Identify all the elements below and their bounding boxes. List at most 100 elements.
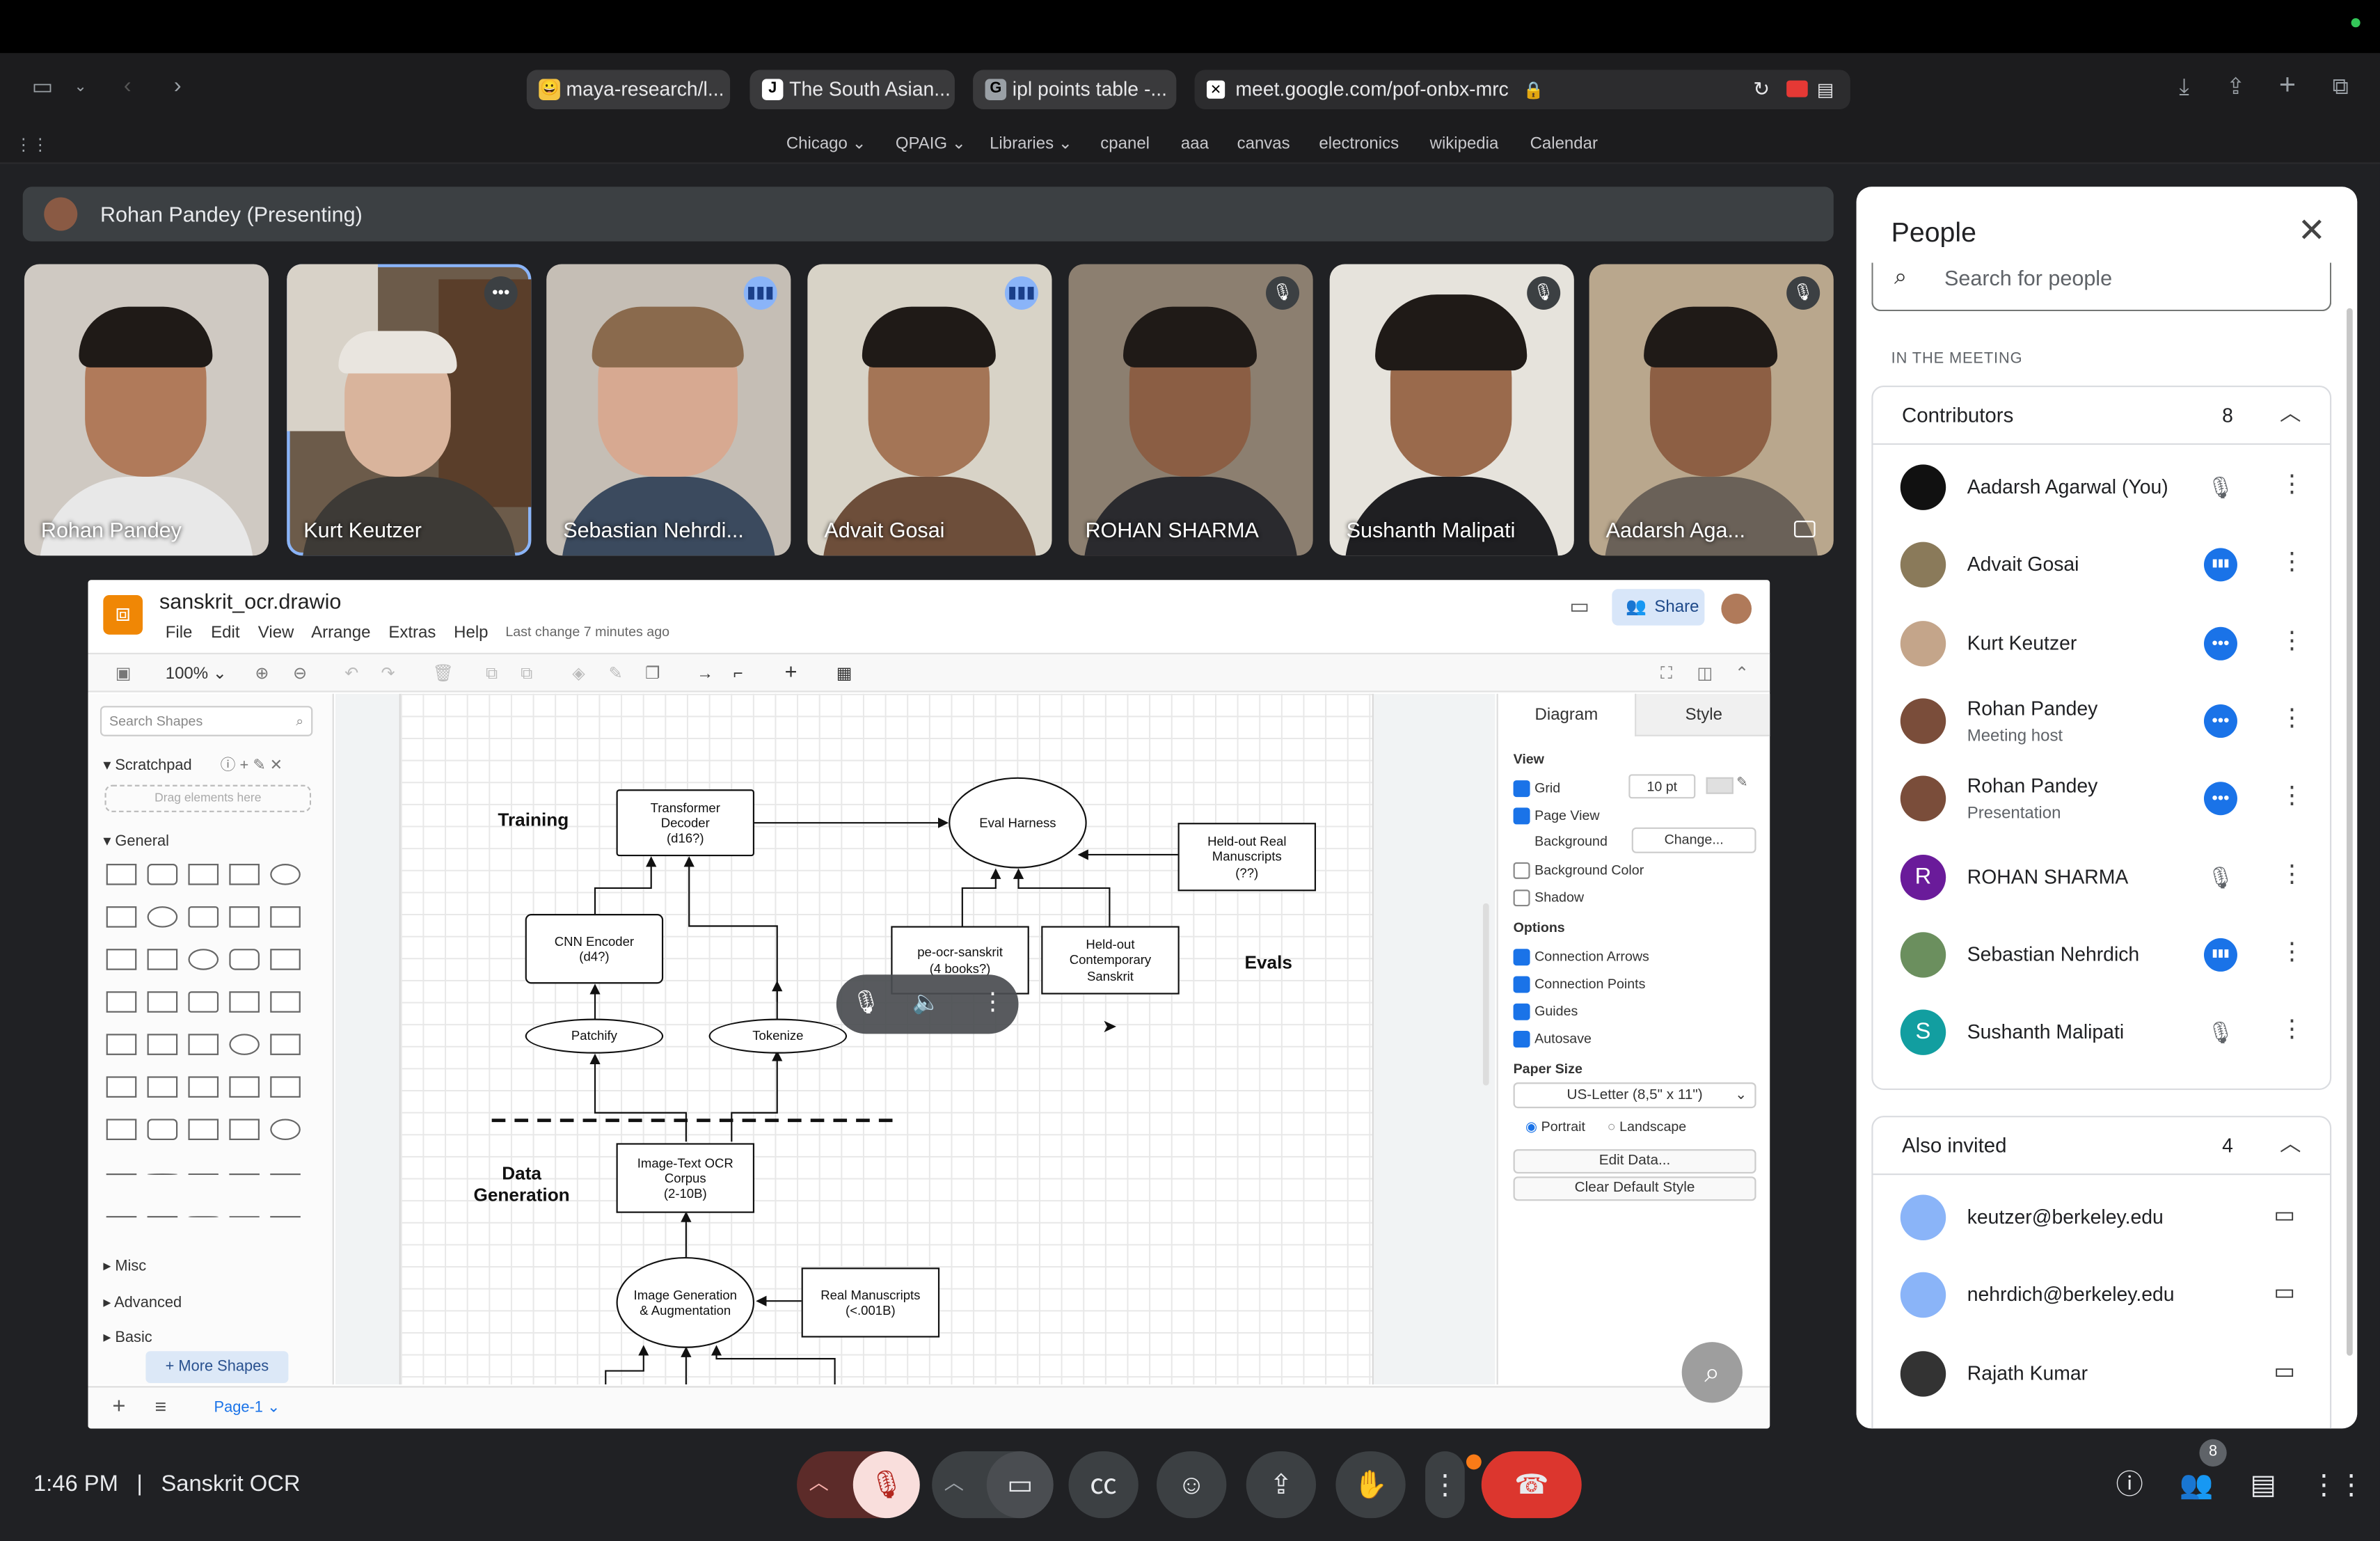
menu-help[interactable]: Help bbox=[454, 624, 488, 642]
palette-shape[interactable] bbox=[270, 1076, 301, 1098]
leave-call-button[interactable]: ☎ bbox=[1481, 1451, 1582, 1519]
more-options-icon[interactable]: ⋮ bbox=[2280, 858, 2304, 889]
palette-shape[interactable] bbox=[147, 1173, 178, 1176]
tab-overview-icon[interactable]: ⧉ bbox=[2324, 73, 2357, 104]
palette-shape[interactable] bbox=[229, 864, 260, 885]
palette-shape[interactable] bbox=[106, 1034, 137, 1055]
pip-icon[interactable]: ▤ bbox=[1817, 70, 1834, 109]
node-patchify[interactable]: Patchify bbox=[525, 1018, 664, 1054]
node-tokenize[interactable]: Tokenize bbox=[708, 1018, 848, 1054]
advanced-header[interactable]: ▸ Advanced bbox=[103, 1295, 182, 1311]
table-icon[interactable]: ▦ bbox=[836, 663, 852, 685]
palette-shape[interactable] bbox=[188, 864, 219, 885]
chat-icon[interactable]: ▤ bbox=[2244, 1467, 2283, 1503]
new-tab-icon[interactable]: + bbox=[2271, 70, 2304, 102]
palette-shape[interactable] bbox=[229, 1076, 260, 1098]
menu-edit[interactable]: Edit bbox=[211, 624, 239, 642]
node-heldout-contemporary[interactable]: Held-out Contemporary Sanskrit bbox=[1041, 926, 1180, 995]
page-tab[interactable]: Page-1 ⌄ bbox=[214, 1400, 280, 1416]
search-shapes-input[interactable]: Search Shapes ⌕ bbox=[100, 706, 313, 736]
captions-button[interactable]: ㏄ bbox=[1068, 1451, 1139, 1519]
palette-shape[interactable] bbox=[229, 991, 260, 1013]
palette-shape[interactable] bbox=[188, 1119, 219, 1141]
palette-shape[interactable] bbox=[188, 949, 219, 970]
grid-checkbox[interactable]: Grid bbox=[1513, 779, 1560, 798]
palette-shape[interactable] bbox=[188, 1076, 219, 1098]
grid-color-swatch[interactable] bbox=[1706, 777, 1734, 794]
portrait-radio[interactable]: ◉ Portrait bbox=[1525, 1119, 1585, 1135]
forward-icon[interactable]: › bbox=[161, 72, 194, 102]
clear-default-style-button[interactable]: Clear Default Style bbox=[1513, 1176, 1756, 1201]
participant-row[interactable]: S Sushanth Malipati 🎙 ⋮ bbox=[1873, 995, 2331, 1072]
browser-tab[interactable]: G ipl points table -... bbox=[973, 70, 1177, 110]
scratchpad-dropzone[interactable]: Drag elements here bbox=[104, 784, 312, 812]
palette-shape[interactable] bbox=[270, 991, 301, 1013]
more-options-icon[interactable]: ⋮ bbox=[2280, 703, 2304, 734]
autosave-checkbox[interactable]: Autosave bbox=[1513, 1029, 1592, 1048]
panel-scrollbar[interactable] bbox=[2347, 308, 2353, 1356]
tab-style[interactable]: Style bbox=[1635, 693, 1770, 736]
bookmark-libraries[interactable]: Libraries ⌄ bbox=[990, 132, 1072, 157]
contributors-header[interactable]: Contributors 8 ︿ bbox=[1873, 387, 2331, 445]
download-icon[interactable]: ⤓ bbox=[2168, 73, 2201, 104]
palette-shape[interactable] bbox=[106, 1119, 137, 1141]
palette-shape[interactable] bbox=[188, 1173, 219, 1176]
sidebar-toggle-icon[interactable]: ▭ bbox=[26, 73, 59, 104]
connection-arrows-checkbox[interactable]: Connection Arrows bbox=[1513, 947, 1649, 966]
palette-shape[interactable] bbox=[106, 1216, 137, 1218]
palette-shape[interactable] bbox=[147, 991, 178, 1013]
participant-row[interactable]: Advait Gosai ▮▮▮ ⋮ bbox=[1873, 527, 2331, 604]
palette-shape[interactable] bbox=[147, 1034, 178, 1055]
redo-icon[interactable]: ↷ bbox=[381, 663, 395, 685]
bookmark-chicago[interactable]: Chicago ⌄ bbox=[786, 132, 866, 157]
tab-diagram[interactable]: Diagram bbox=[1498, 694, 1635, 736]
participant-row[interactable]: Rohan Pandey Presentation ••• ⋮ bbox=[1873, 761, 2331, 838]
video-tile[interactable]: Rohan Pandey bbox=[24, 264, 269, 556]
volume-icon[interactable]: 🔈 bbox=[912, 988, 941, 1016]
to-back-icon[interactable]: ⧉ bbox=[521, 663, 532, 685]
palette-shape[interactable] bbox=[106, 949, 137, 970]
comment-icon[interactable]: ▭ bbox=[1569, 594, 1589, 619]
present-button[interactable]: ⇪ bbox=[1246, 1451, 1317, 1519]
participant-row[interactable]: Rohan Pandey Meeting host ••• ⋮ bbox=[1873, 683, 2331, 760]
pip-icon[interactable] bbox=[1794, 521, 1816, 538]
palette-shape[interactable] bbox=[106, 1173, 137, 1176]
landscape-radio[interactable]: ○ Landscape bbox=[1608, 1119, 1686, 1134]
palette-shape[interactable] bbox=[147, 1119, 178, 1141]
shadow-checkbox[interactable]: Shadow bbox=[1513, 888, 1584, 907]
close-icon[interactable]: ✕ bbox=[2290, 211, 2333, 251]
magnifier-icon[interactable]: ⌕ bbox=[1681, 1342, 1743, 1403]
also-invited-header[interactable]: Also invited 4 ︿ bbox=[1873, 1117, 2331, 1176]
background-color-checkbox[interactable]: Background Color bbox=[1513, 861, 1644, 879]
palette-shape[interactable] bbox=[229, 1216, 260, 1218]
browser-tab[interactable]: 😀 maya-research/l... bbox=[526, 70, 731, 110]
invited-row[interactable]: Rajath Kumar ▭ bbox=[1873, 1335, 2331, 1412]
camera-button[interactable]: ▭ bbox=[986, 1451, 1054, 1519]
palette-shape[interactable] bbox=[188, 991, 219, 1013]
to-front-icon[interactable]: ⧉ bbox=[486, 663, 498, 685]
reload-icon[interactable]: ↻ bbox=[1753, 70, 1770, 109]
undo-icon[interactable]: ↶ bbox=[344, 663, 358, 685]
address-bar[interactable]: ✕ meet.google.com/pof-onbx-mrc 🔒 ↻ ▤ bbox=[1194, 70, 1850, 110]
more-options-icon[interactable]: ⋮ bbox=[2280, 1014, 2304, 1045]
palette-shape[interactable] bbox=[229, 1119, 260, 1141]
palette-shape[interactable] bbox=[229, 949, 260, 970]
palette-shape[interactable] bbox=[270, 906, 301, 928]
bookmark-electronics[interactable]: electronics bbox=[1319, 132, 1399, 157]
video-tile[interactable]: 🎙 Aadarsh Aga... bbox=[1589, 264, 1834, 556]
video-tile[interactable]: ▮▮▮ Sebastian Nehrdi... bbox=[546, 264, 791, 556]
video-tile[interactable]: ▮▮▮ Advait Gosai bbox=[807, 264, 1052, 556]
palette-shape[interactable] bbox=[106, 864, 137, 885]
apps-grid-icon[interactable]: ⋮⋮ bbox=[15, 131, 49, 161]
people-icon[interactable]: 👥 bbox=[2177, 1467, 2216, 1503]
format-toggle-icon[interactable]: ◫ bbox=[1697, 663, 1713, 685]
bookmark-canvas[interactable]: canvas bbox=[1237, 132, 1290, 157]
share-button[interactable]: 👥 Share bbox=[1612, 589, 1705, 626]
palette-shape[interactable] bbox=[147, 1076, 178, 1098]
reactions-button[interactable]: ☺ bbox=[1157, 1451, 1227, 1519]
more-options-icon[interactable]: ⋮ bbox=[2280, 781, 2304, 812]
palette-shape[interactable] bbox=[106, 906, 137, 928]
zoom-select[interactable]: 100% ⌄ bbox=[166, 663, 227, 685]
palette-shape[interactable] bbox=[188, 1216, 219, 1218]
edit-data-button[interactable]: Edit Data... bbox=[1513, 1149, 1756, 1174]
